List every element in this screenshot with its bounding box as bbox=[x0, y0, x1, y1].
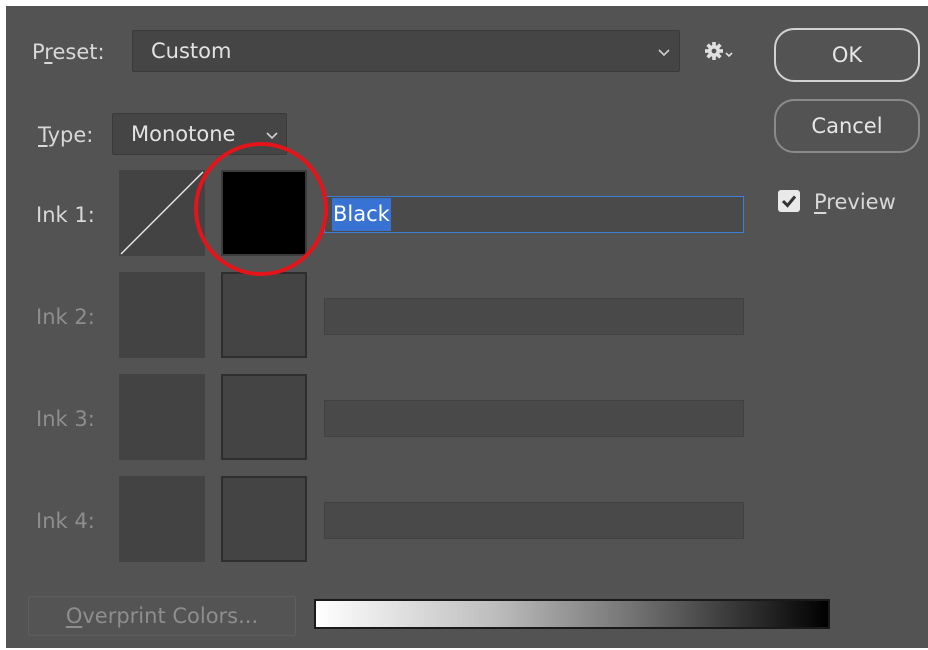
ok-button[interactable]: OK bbox=[774, 28, 920, 82]
cancel-button[interactable]: Cancel bbox=[774, 99, 920, 153]
chevron-down-icon bbox=[266, 132, 278, 140]
ink-3-curve-box bbox=[119, 374, 205, 460]
ink-1-label: Ink 1: bbox=[36, 203, 95, 227]
checkmark-icon bbox=[781, 195, 797, 208]
chevron-down-icon bbox=[658, 49, 670, 57]
ink-4-name-field bbox=[324, 502, 744, 539]
ink-3-label: Ink 3: bbox=[36, 407, 95, 431]
preset-dropdown[interactable]: Custom bbox=[132, 30, 680, 72]
highlight-circle bbox=[194, 142, 328, 276]
ink-2-curve-box bbox=[119, 272, 205, 358]
type-value: Monotone bbox=[131, 122, 236, 146]
ink-1-curve-box[interactable] bbox=[119, 170, 205, 256]
ink-2-color-swatch bbox=[221, 272, 307, 358]
preset-label: Preset: bbox=[32, 40, 105, 64]
type-label: Type: bbox=[38, 123, 94, 147]
preview-label[interactable]: Preview bbox=[814, 190, 896, 214]
preview-checkbox[interactable] bbox=[778, 190, 800, 212]
ink-curve-icon bbox=[120, 171, 204, 255]
ink-4-color-swatch bbox=[221, 476, 307, 562]
ink-3-name-field bbox=[324, 400, 744, 437]
ink-2-label: Ink 2: bbox=[36, 305, 95, 329]
overprint-colors-button: Overprint Colors... bbox=[28, 596, 296, 636]
ink-4-curve-box bbox=[119, 476, 205, 562]
ink-3-color-swatch bbox=[221, 374, 307, 460]
tone-gradient-bar bbox=[314, 599, 830, 629]
ink-4-label: Ink 4: bbox=[36, 509, 95, 533]
preset-value: Custom bbox=[151, 39, 232, 63]
ink-1-name-field[interactable]: Black bbox=[324, 196, 744, 233]
ink-2-name-field bbox=[324, 298, 744, 335]
duotone-options-dialog: Preset: Custom OK Cancel Preview Type: M… bbox=[6, 6, 928, 648]
gear-icon[interactable] bbox=[704, 40, 738, 62]
